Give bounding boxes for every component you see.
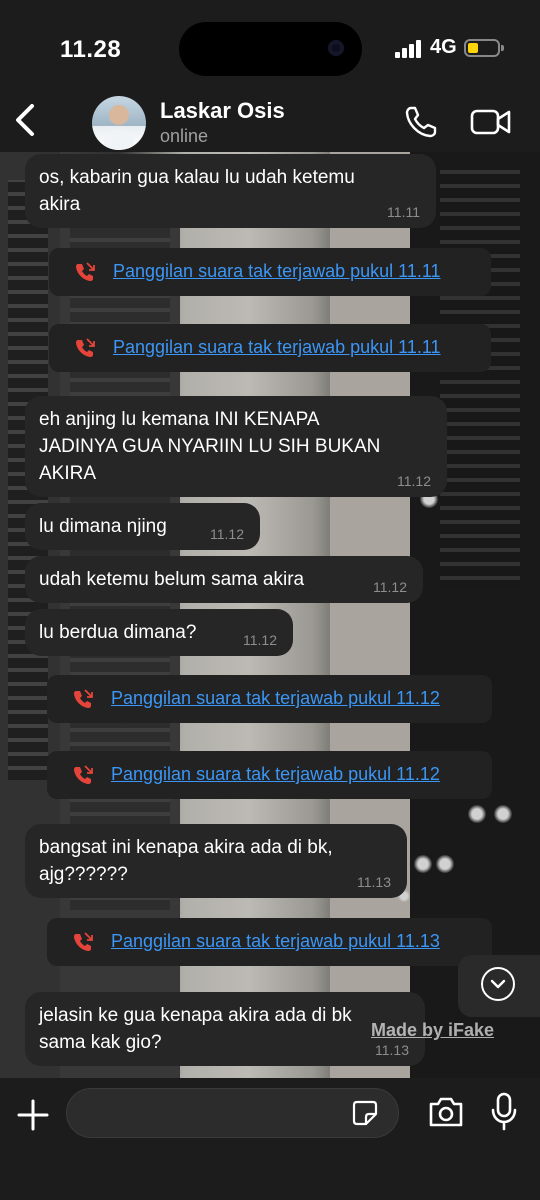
missed-call-icon [76,338,95,357]
signal-strength-icon [395,38,423,58]
message-bubble[interactable]: eh anjing lu kemana INI KENAPA JADINYA G… [25,396,447,497]
dynamic-island [179,22,362,76]
message-input-bar [0,1078,540,1200]
phone-icon[interactable] [403,104,439,140]
message-text: bangsat ini kenapa akira ada di bk, ajg?… [39,837,333,885]
message-bubble[interactable]: lu berdua dimana? 11.12 [25,609,293,656]
missed-call-link[interactable]: Panggilan suara tak terjawab pukul 11.12 [111,688,440,709]
message-time: 11.12 [243,632,277,648]
avatar[interactable] [92,96,146,150]
message-bubble[interactable]: udah ketemu belum sama akira 11.12 [25,556,423,603]
message-bubble[interactable]: lu dimana njing 11.12 [25,503,260,550]
message-time: 11.13 [357,874,391,890]
scroll-to-bottom-button[interactable] [458,955,540,1017]
missed-call-link[interactable]: Panggilan suara tak terjawab pukul 11.13 [111,931,440,952]
missed-call-notice[interactable]: Panggilan suara tak terjawab pukul 11.12 [47,751,492,799]
video-camera-icon[interactable] [470,106,512,138]
message-text: lu berdua dimana? [39,622,197,643]
message-text: eh anjing lu kemana INI KENAPA JADINYA G… [39,409,381,484]
missed-call-notice[interactable]: Panggilan suara tak terjawab pukul 11.11 [49,248,491,296]
missed-call-icon [74,765,93,784]
message-time: 11.12 [373,579,407,595]
sticker-icon[interactable] [352,1100,378,1126]
missed-call-icon [76,262,95,281]
clock: 11.28 [60,36,122,63]
microphone-icon[interactable] [490,1092,518,1132]
message-text: lu dimana njing [39,516,167,537]
missed-call-link[interactable]: Panggilan suara tak terjawab pukul 11.11 [113,337,441,358]
front-camera-icon [328,40,344,56]
missed-call-notice[interactable]: Panggilan suara tak terjawab pukul 11.13 [47,918,492,966]
missed-call-icon [74,932,93,951]
message-time: 11.11 [387,204,420,220]
missed-call-notice[interactable]: Panggilan suara tak terjawab pukul 11.11 [49,324,491,372]
message-bubble[interactable]: bangsat ini kenapa akira ada di bk, ajg?… [25,824,407,898]
message-time: 11.12 [397,473,431,489]
missed-call-link[interactable]: Panggilan suara tak terjawab pukul 11.12 [111,764,440,785]
message-text: udah ketemu belum sama akira [39,569,305,590]
missed-call-notice[interactable]: Panggilan suara tak terjawab pukul 11.12 [47,675,492,723]
camera-icon[interactable] [428,1096,464,1128]
missed-call-link[interactable]: Panggilan suara tak terjawab pukul 11.11 [113,261,441,282]
watermark: Made by iFake [371,1020,495,1040]
contact-status: online [160,126,209,146]
message-text: jelasin ke gua kenapa akira ada di bk sa… [39,1005,352,1053]
message-text: os, kabarin gua kalau lu udah ketemu aki… [39,167,355,215]
message-time: 11.13 [375,1042,409,1058]
message-input[interactable] [66,1088,399,1138]
message-time: 11.12 [210,526,244,542]
battery-icon [464,39,504,57]
contact-name[interactable]: Laskar Osis [160,98,285,124]
message-bubble[interactable]: jelasin ke gua kenapa akira ada di bk sa… [25,992,425,1066]
status-bar: 11.28 4G [0,0,540,100]
plus-icon[interactable] [16,1098,50,1132]
chevron-left-icon[interactable] [12,100,40,140]
chevron-down-icon [481,967,515,1001]
missed-call-icon [74,689,93,708]
network-type: 4G [430,36,457,58]
message-bubble[interactable]: os, kabarin gua kalau lu udah ketemu aki… [25,154,436,228]
chat-header: Laskar Osis online [0,88,540,152]
